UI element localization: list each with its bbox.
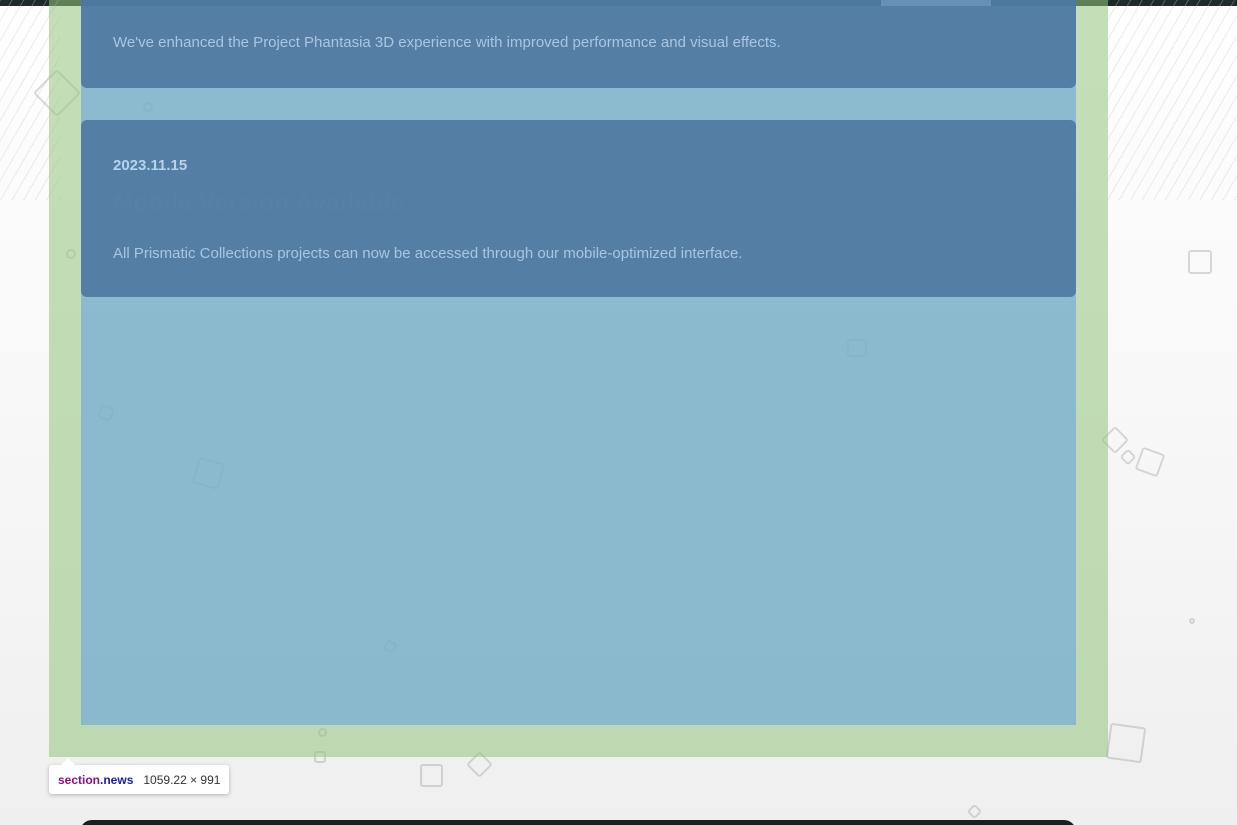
decorative-square: [966, 803, 983, 820]
decorative-square: [1134, 446, 1166, 478]
decorative-square: [1188, 250, 1212, 274]
footer-bar: [80, 820, 1076, 825]
news-card[interactable]: We've enhanced the Project Phantasia 3D …: [81, 0, 1076, 88]
decorative-square: [420, 764, 443, 787]
tooltip-dimensions: 1059.22 × 991: [143, 772, 221, 787]
decorative-square: [1105, 722, 1147, 764]
hatch-pattern-right: [1107, 0, 1237, 200]
tooltip-class: .news: [100, 772, 134, 787]
inspector-tooltip: section .news 1059.22 × 991: [49, 758, 230, 794]
news-text: All Prismatic Collections projects can n…: [113, 245, 743, 262]
decorative-circle: [1189, 618, 1195, 624]
decorative-square: [1119, 448, 1137, 466]
tooltip-tag: section: [58, 772, 101, 787]
news-date: 2023.11.15: [113, 157, 188, 174]
card-tab-strip: [881, 0, 991, 6]
section-content-highlight: [81, 0, 1076, 725]
news-card[interactable]: 2023.11.15 Mobile Version Available All …: [81, 120, 1076, 297]
news-title: Mobile Version Available: [113, 190, 405, 217]
news-text: We've enhanced the Project Phantasia 3D …: [113, 34, 781, 51]
